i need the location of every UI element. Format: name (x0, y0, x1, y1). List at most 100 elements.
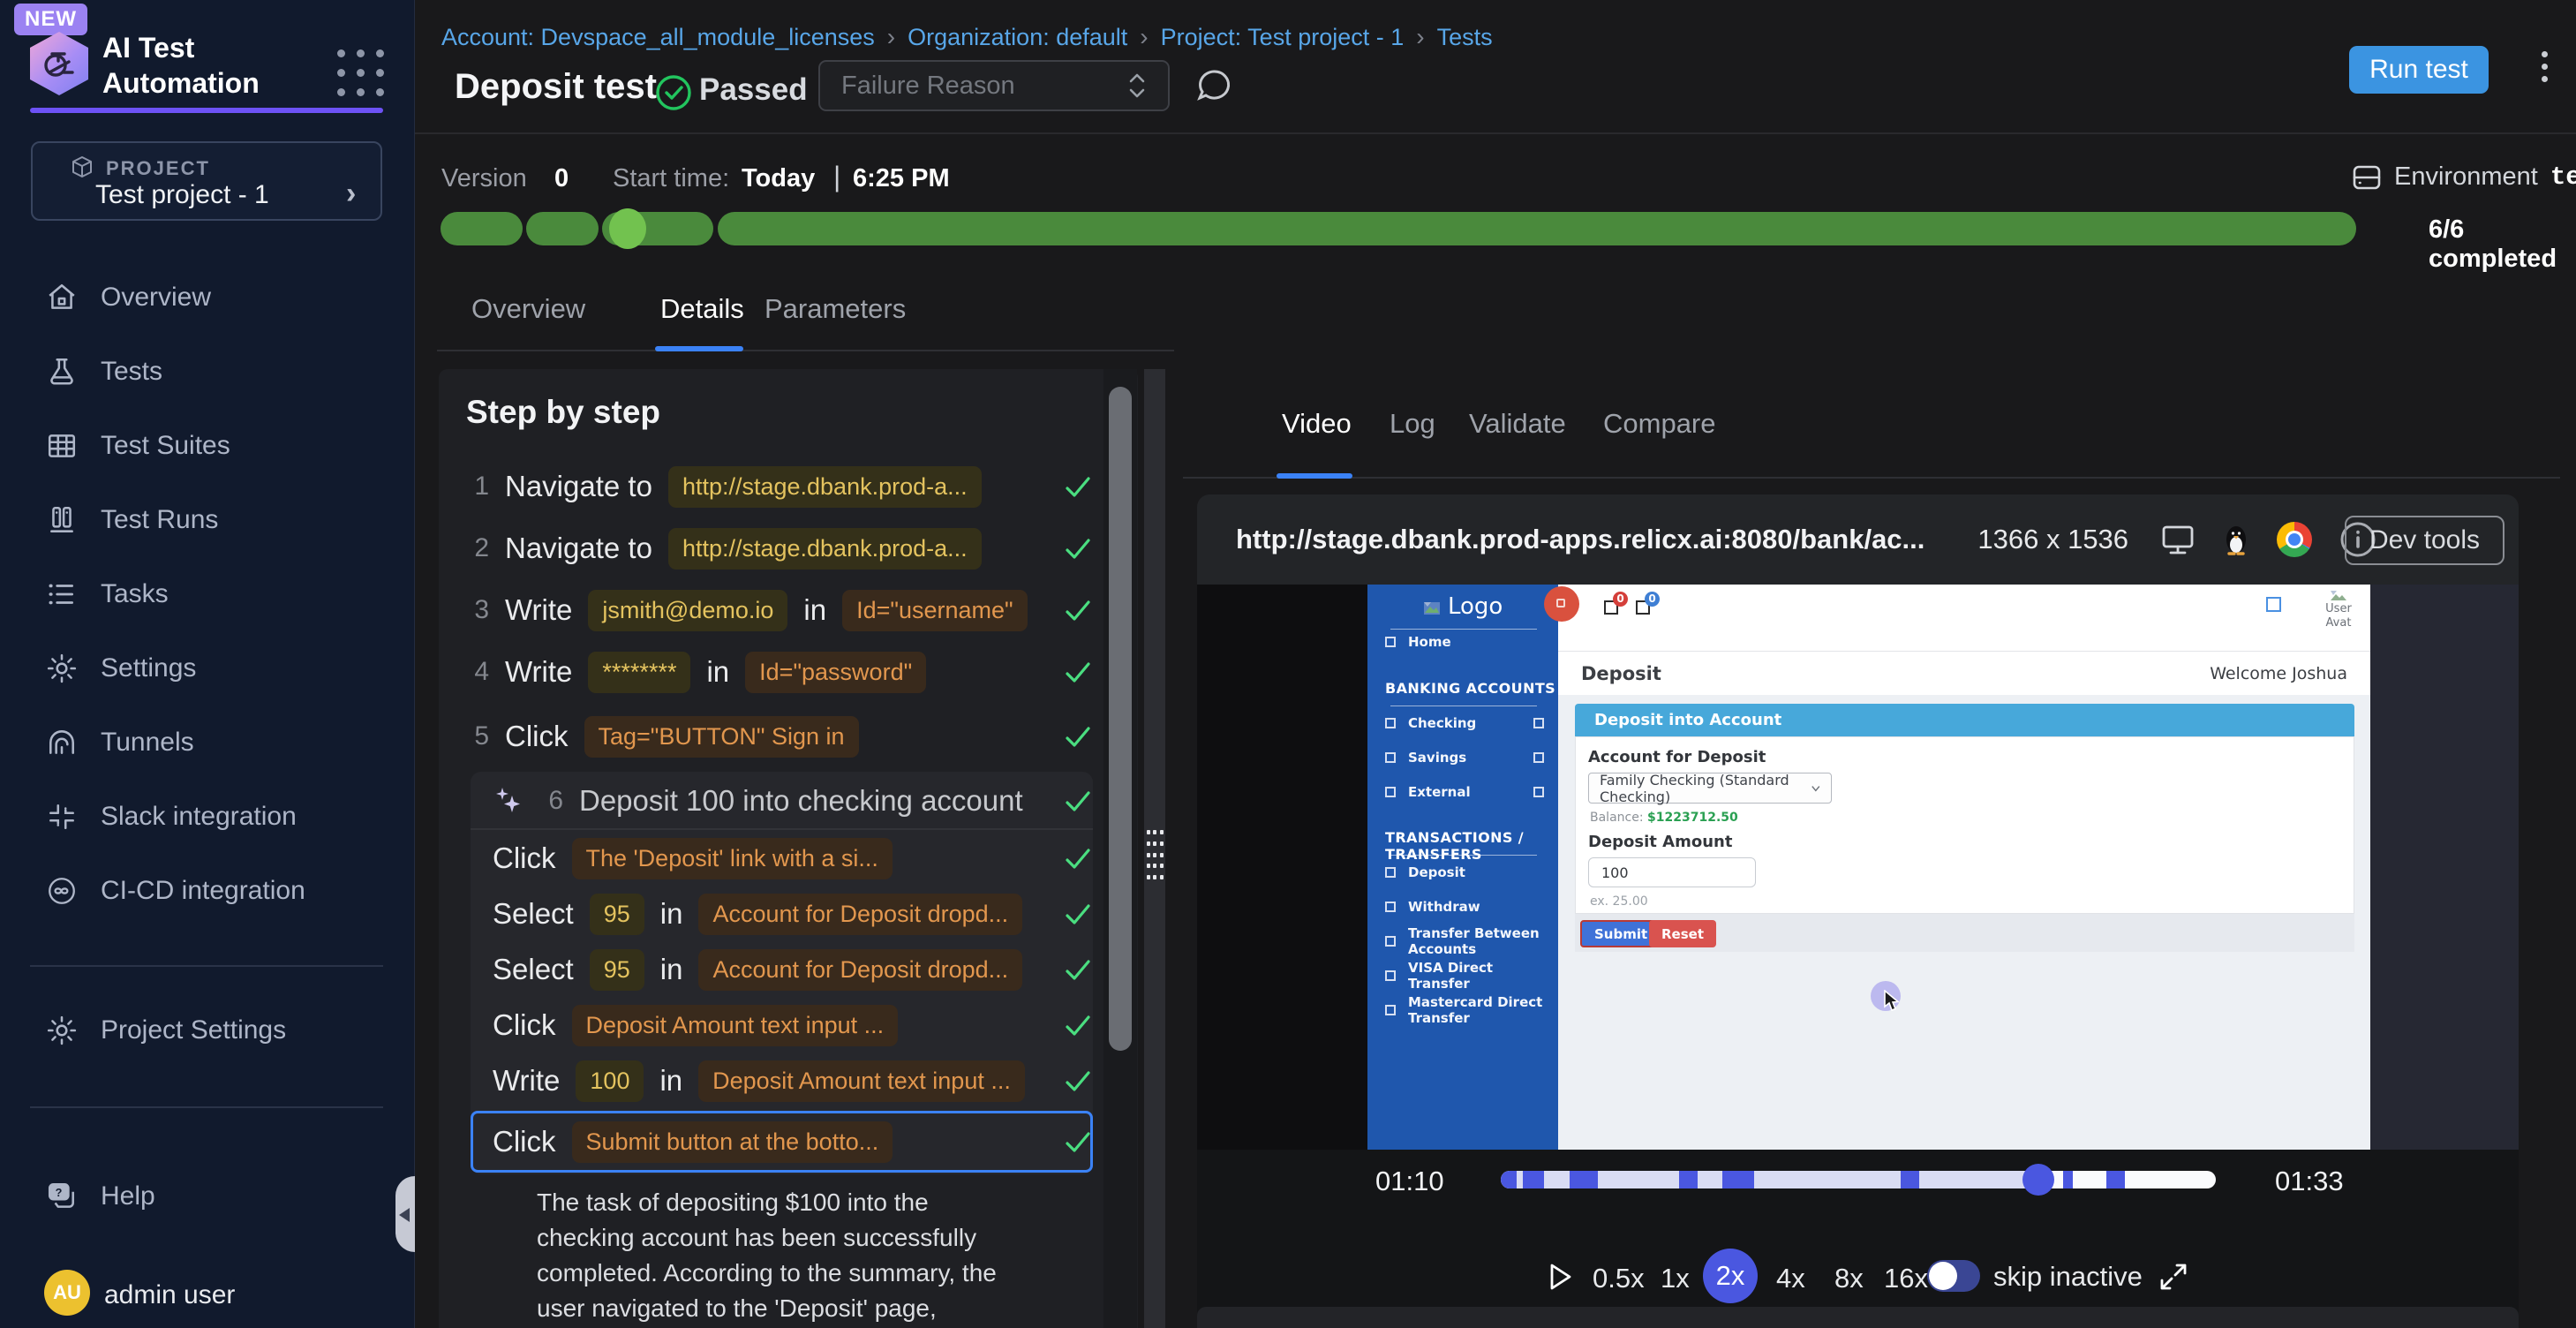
tab-log[interactable]: Log (1390, 408, 1435, 440)
tab-parameters[interactable]: Parameters (765, 293, 906, 325)
step-value-badge: 95 (590, 894, 644, 935)
tab-compare[interactable]: Compare (1603, 408, 1716, 440)
substep-row-6-selected[interactable]: Click Submit button at the botto... (493, 1116, 1093, 1167)
bottom-panel-edge (1197, 1307, 2519, 1328)
bank-nav-external[interactable]: External (1367, 779, 1558, 805)
bank-sidebar: Logo Home BANKING ACCOUNTS Checking Savi… (1367, 585, 1558, 1150)
bank-nav-deposit[interactable]: Deposit (1367, 859, 1558, 886)
sidebar-item-test-suites[interactable]: Test Suites (0, 419, 415, 473)
speed-1x[interactable]: 1x (1661, 1263, 1690, 1294)
step-row-2[interactable]: 2 Navigate to http://stage.dbank.prod-a.… (466, 523, 1093, 574)
sidebar-item-settings[interactable]: Settings (0, 641, 415, 696)
flask-logo-icon (42, 46, 76, 81)
deposit-form-card: Account for Deposit Family Checking (Sta… (1575, 736, 2354, 914)
substep-row-5[interactable]: Write 100 in Deposit Amount text input .… (493, 1055, 1093, 1106)
sidebar-item-label: Tasks (101, 579, 169, 609)
step-action: Write (505, 655, 572, 689)
play-button[interactable] (1549, 1263, 1572, 1291)
reset-button[interactable]: Reset (1649, 920, 1716, 947)
step-locator-badge: Deposit Amount text input ... (572, 1005, 899, 1046)
bank-section-transactions: TRANSACTIONS / TRANSFERS (1385, 829, 1558, 863)
sidebar-item-project-settings[interactable]: Project Settings (0, 1003, 415, 1058)
focused-checkbox[interactable] (2266, 597, 2281, 612)
sidebar-item-test-runs[interactable]: Test Runs (0, 493, 415, 547)
bank-nav-visa[interactable]: VISA Direct Transfer (1367, 962, 1558, 989)
speed-4x[interactable]: 4x (1776, 1263, 1805, 1294)
speed-0-5x[interactable]: 0.5x (1593, 1263, 1645, 1294)
slack-icon (46, 801, 78, 833)
deposit-amount-input[interactable]: 100 (1588, 857, 1756, 887)
failure-reason-select[interactable]: Failure Reason (818, 60, 1170, 111)
bank-topbar: 0 0 (1558, 585, 2370, 651)
video-total-time: 01:33 (2275, 1166, 2344, 1197)
user-avatar-broken-image[interactable]: User Avat (2314, 590, 2363, 630)
apps-grid-icon[interactable] (337, 49, 390, 102)
bank-page-title: Deposit (1581, 663, 1661, 684)
dev-tools-button[interactable]: Dev tools (2345, 516, 2504, 565)
chevron-right-icon: › (346, 177, 356, 211)
more-menu-icon[interactable] (2527, 51, 2562, 90)
bank-nav-checking[interactable]: Checking (1367, 710, 1558, 736)
step-action: Write (493, 1064, 560, 1098)
account-for-deposit-select[interactable]: Family Checking (Standard Checking) (1588, 773, 1832, 804)
sidebar-item-tests[interactable]: Tests (0, 344, 415, 399)
sidebar-item-label: CI-CD integration (101, 876, 305, 906)
breadcrumb-project[interactable]: Project: Test project - 1 (1161, 24, 1405, 51)
speed-16x[interactable]: 16x (1884, 1263, 1928, 1294)
sidebar-item-tunnels[interactable]: Tunnels (0, 715, 415, 770)
breadcrumb-organization[interactable]: Organization: default (908, 24, 1127, 51)
video-timeline[interactable] (1501, 1171, 2216, 1188)
bank-nav-withdraw[interactable]: Withdraw (1367, 894, 1558, 920)
step-success-check-icon (1063, 1066, 1093, 1096)
step-row-5[interactable]: 5 Click Tag="BUTTON" Sign in (466, 711, 1093, 762)
step-number: 5 (466, 721, 489, 751)
step-success-check-icon (1063, 533, 1093, 563)
sidebar-item-cicd-integration[interactable]: CI-CD integration (0, 864, 415, 918)
breadcrumb-account[interactable]: Account: Devspace_all_module_licenses (441, 24, 875, 51)
tab-overview[interactable]: Overview (471, 293, 585, 325)
steps-scrollbar-thumb[interactable] (1109, 387, 1132, 1051)
bank-nav-savings[interactable]: Savings (1367, 744, 1558, 771)
tab-details[interactable]: Details (660, 293, 744, 325)
tab-video[interactable]: Video (1282, 408, 1352, 440)
step-value-badge: http://stage.dbank.prod-a... (668, 466, 982, 508)
video-stage[interactable]: Logo Home BANKING ACCOUNTS Checking Savi… (1197, 585, 2519, 1150)
sidebar-item-help[interactable]: ? Help (0, 1169, 415, 1224)
sidebar-item-tasks[interactable]: Tasks (0, 567, 415, 622)
right-tabs-divider (1183, 477, 2560, 479)
timeline-thumb[interactable] (2022, 1164, 2054, 1196)
start-day-value: Today (742, 164, 815, 193)
substep-row-3[interactable]: Select 95 in Account for Deposit dropd..… (493, 944, 1093, 995)
sidebar-item-label: Tunnels (101, 728, 194, 758)
step-row-3[interactable]: 3 Write jsmith@demo.io in Id="username" (466, 585, 1093, 636)
bank-nav-transfer[interactable]: Transfer Between Accounts (1367, 928, 1558, 954)
monitor-icon (2160, 523, 2196, 556)
bank-nav-home[interactable]: Home (1367, 629, 1558, 655)
step-number: 2 (466, 533, 489, 563)
columns-icon (46, 504, 78, 536)
fullscreen-icon[interactable] (2158, 1261, 2189, 1293)
comment-icon[interactable] (1194, 65, 1234, 106)
speed-8x[interactable]: 8x (1834, 1263, 1864, 1294)
step-group-header[interactable]: 6 Deposit 100 into checking account (493, 775, 1093, 826)
header-divider (415, 132, 2576, 134)
substep-row-2[interactable]: Select 95 in Account for Deposit dropd..… (493, 888, 1093, 939)
breadcrumb-tests[interactable]: Tests (1437, 24, 1493, 51)
substep-row-4[interactable]: Click Deposit Amount text input ... (493, 1000, 1093, 1051)
skip-inactive-toggle[interactable] (1927, 1260, 1980, 1292)
speed-2x-active[interactable]: 2x (1703, 1249, 1758, 1303)
substep-row-1[interactable]: Click The 'Deposit' link with a si... (493, 833, 1093, 884)
user-avatar[interactable]: AU (44, 1270, 90, 1316)
tab-validate[interactable]: Validate (1469, 408, 1566, 440)
step-success-check-icon (1063, 657, 1093, 687)
sidebar-item-label: Test Runs (101, 505, 218, 535)
run-test-button[interactable]: Run test (2349, 46, 2489, 94)
sidebar-collapse-handle[interactable] (395, 1176, 415, 1252)
step-action: Click (493, 841, 556, 875)
sidebar-item-label: Test Suites (101, 431, 230, 461)
sidebar-item-overview[interactable]: Overview (0, 270, 415, 325)
step-row-1[interactable]: 1 Navigate to http://stage.dbank.prod-a.… (466, 461, 1093, 512)
step-row-4[interactable]: 4 Write ******** in Id="password" (466, 646, 1093, 698)
bank-nav-mastercard[interactable]: Mastercard Direct Transfer (1367, 997, 1558, 1023)
sidebar-item-slack-integration[interactable]: Slack integration (0, 789, 415, 844)
